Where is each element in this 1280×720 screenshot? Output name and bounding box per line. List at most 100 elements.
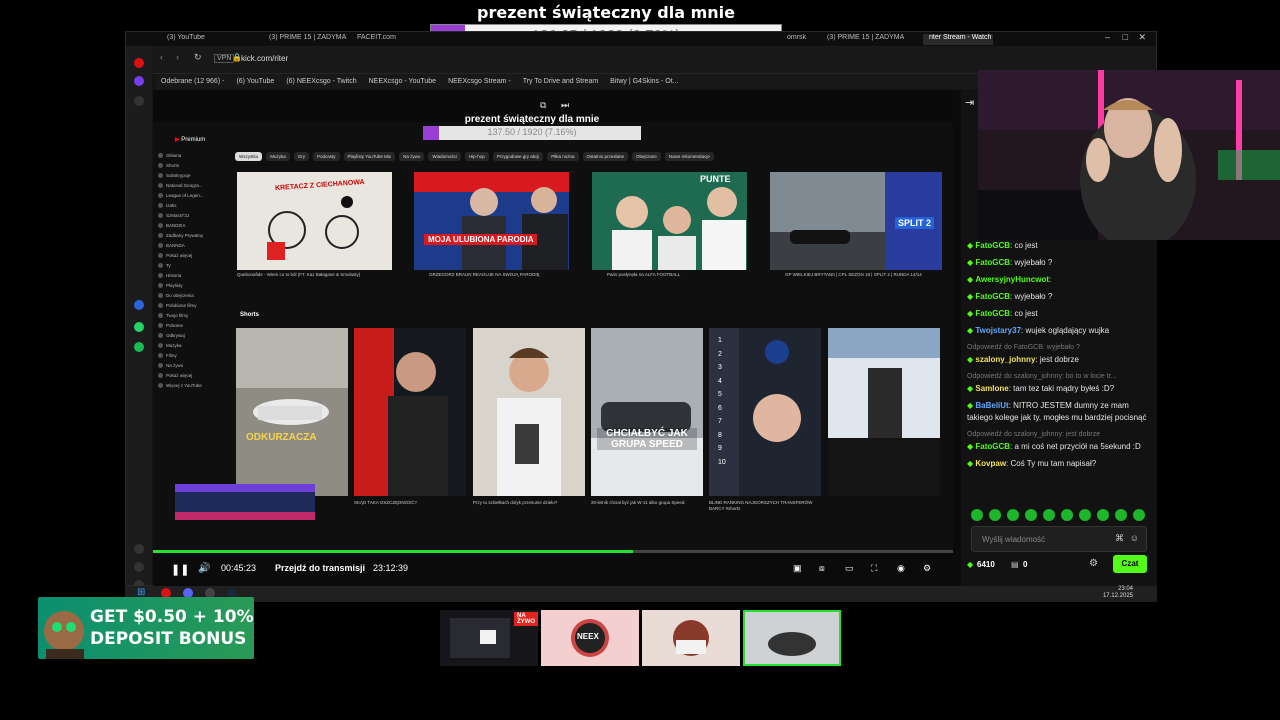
short-3[interactable]: [473, 328, 585, 496]
chip-11[interactable]: Obejrzane: [632, 152, 661, 161]
chat-message[interactable]: ◆ FatoGCB: co jest: [967, 308, 1153, 320]
spotify-icon[interactable]: [134, 342, 144, 352]
quality-icon[interactable]: ◉: [897, 563, 905, 574]
emote-icon[interactable]: [1061, 509, 1073, 521]
yt-sidebar-item[interactable]: Zadbany Prywatny: [158, 230, 218, 240]
bookmark-twitch[interactable]: (6) NEEXcsgo - Twitch: [286, 78, 356, 85]
jump-to-live-button[interactable]: Przejdź do transmisji: [275, 563, 365, 573]
chat-message[interactable]: ◆ Twojstary37: wujek oglądający wujka: [967, 325, 1153, 337]
yt-sidebar-item[interactable]: Playlisty: [158, 280, 218, 290]
miniplayer-icon[interactable]: ▣: [793, 563, 802, 574]
tab-omrsk[interactable]: omrsk: [781, 34, 821, 45]
emote-icon[interactable]: [1043, 509, 1055, 521]
chat-message[interactable]: Odpowiedź do szalony_johnny: bo to w loc…: [967, 371, 1153, 395]
chat-username[interactable]: FatoGCB: [975, 309, 1010, 318]
stream-video[interactable]: ⧉ ⏭ prezent świąteczny dla mnie 137.50 /…: [153, 90, 953, 550]
emote-icon[interactable]: [1079, 509, 1091, 521]
yt-sidebar-item[interactable]: Muzyka: [158, 340, 218, 350]
chip-8[interactable]: Przygodowe gry akcji: [492, 152, 544, 161]
short-6[interactable]: [828, 328, 940, 496]
chip-5[interactable]: Na żywo: [399, 152, 425, 161]
scene-thumb-2[interactable]: NEEX: [541, 610, 639, 666]
heart-icon[interactable]: [134, 544, 144, 554]
scene-thumb-1[interactable]: NA ŻYWO: [440, 610, 538, 666]
chat-username[interactable]: BaBeliUt: [975, 401, 1008, 410]
channel-points[interactable]: 6410: [977, 560, 995, 569]
emote-icon[interactable]: [1115, 509, 1127, 521]
chat-settings-icon[interactable]: ⚙: [1089, 558, 1098, 569]
home-icon[interactable]: [134, 76, 144, 86]
chat-username[interactable]: Twojstary37: [975, 326, 1021, 335]
short-caption-2[interactable]: SKĄD TAKA OSZCZĘDNOŚĆ?: [354, 500, 466, 506]
video-caption-1[interactable]: Quebonafide - Wiem co to ból (FT. Kaz Ba…: [237, 272, 407, 278]
video-thumb-3[interactable]: PUNTE: [592, 172, 747, 270]
command-icon[interactable]: ⌘: [1115, 533, 1124, 544]
chat-username[interactable]: FatoGCB: [975, 258, 1010, 267]
emote-icon[interactable]: [1007, 509, 1019, 521]
yt-sidebar-item[interactable]: Pobrane: [158, 320, 218, 330]
emote-icon[interactable]: [1097, 509, 1109, 521]
yt-sidebar-item[interactable]: Shorts: [158, 160, 218, 170]
emote-icon[interactable]: [1133, 509, 1145, 521]
video-thumb-4[interactable]: SPLIT 2: [770, 172, 942, 270]
video-thumb-1[interactable]: KRETACZ Z CIECHANOWA: [237, 172, 392, 270]
yt-sidebar-item[interactable]: BANNDA: [158, 240, 218, 250]
skip-icon[interactable]: ⏭: [561, 100, 569, 111]
chat-message[interactable]: ◆ FatoGCB: co jest: [967, 240, 1153, 252]
yt-sidebar-item[interactable]: Polubione filmy: [158, 300, 218, 310]
tab-faceit[interactable]: FACEIT.com: [351, 34, 431, 45]
bookmark-neex-youtube[interactable]: NEEXcsgo - YouTube: [369, 78, 436, 85]
star-icon[interactable]: [134, 96, 144, 106]
yt-sidebar-item[interactable]: Do obejrzenia: [158, 290, 218, 300]
chat-username[interactable]: szalony_johnny: [975, 355, 1035, 364]
short-caption-3[interactable]: Przy tu szkiełkach dotyk przesunie dzieł…: [473, 500, 585, 506]
history-icon[interactable]: [134, 562, 144, 572]
yt-sidebar-item[interactable]: Subskrypcje: [158, 170, 218, 180]
yt-sidebar-item[interactable]: Historia: [158, 270, 218, 280]
clip-icon[interactable]: ⧈: [819, 563, 825, 574]
short-5[interactable]: 1 2 3 4 5 6 7 8 9 10: [709, 328, 821, 496]
chat-message[interactable]: ◆ Kovpaw: Coś Ty mu tam napisał?: [967, 458, 1153, 470]
fullscreen-icon[interactable]: ⛶: [871, 563, 877, 574]
chip-7[interactable]: Hip-hop: [464, 152, 489, 161]
video-caption-3[interactable]: Paris posłynęła na ALFA FOOTBALL: [607, 272, 777, 278]
tab-kick-active[interactable]: riter Stream - Watch: [923, 34, 993, 45]
chat-message[interactable]: ◆ BaBeliUt: NITRO JESTEM dumny ze mam ta…: [967, 400, 1153, 424]
yt-sidebar-item[interactable]: BANDZIA: [158, 220, 218, 230]
youtube-logo[interactable]: ▶ Premium: [175, 136, 205, 143]
yt-sidebar-item[interactable]: National Geogra...: [158, 180, 218, 190]
chip-3[interactable]: Podcasty: [313, 152, 340, 161]
stream-progress-bar[interactable]: [153, 550, 953, 553]
chat-message[interactable]: Odpowiedź do FatoGCB: wyjebało ? ◆ szalon…: [967, 342, 1153, 366]
theater-icon[interactable]: ▭: [845, 563, 854, 574]
chat-send-button[interactable]: Czat: [1113, 555, 1147, 573]
minimize-icon[interactable]: –: [1105, 32, 1110, 42]
chip-4[interactable]: Playlisty YouTube Mix: [343, 152, 396, 161]
yt-sidebar-item[interactable]: Główna: [158, 150, 218, 160]
chat-username[interactable]: Kovpaw: [975, 459, 1006, 468]
volume-icon[interactable]: 🔊: [198, 563, 210, 574]
chat-message[interactable]: ◆ AwersyjnyHuncwot:: [967, 274, 1153, 286]
short-2[interactable]: [354, 328, 466, 496]
gift-count[interactable]: 0: [1023, 560, 1027, 569]
chip-9[interactable]: Piłka nożna: [547, 152, 579, 161]
settings-icon[interactable]: ⚙: [923, 563, 931, 574]
yt-sidebar-item[interactable]: Twoje filmy: [158, 310, 218, 320]
emote-icon[interactable]: [971, 509, 983, 521]
chip-12[interactable]: Nowe rekomendacje: [664, 152, 714, 161]
chat-message[interactable]: ◆ FatoGCB: wyjebało ?: [967, 291, 1153, 303]
forward-icon[interactable]: ›: [176, 52, 179, 62]
yt-sidebar-item[interactable]: Na żywo: [158, 360, 218, 370]
short-1[interactable]: ODKURZACZA: [236, 328, 348, 496]
opera-icon[interactable]: [134, 58, 144, 68]
yt-sidebar-item[interactable]: Izaks: [158, 200, 218, 210]
yt-sidebar-item[interactable]: League of Legen...: [158, 190, 218, 200]
yt-sidebar-item[interactable]: Filmy: [158, 350, 218, 360]
video-caption-2[interactable]: GRZEGORZ BRAUN REAGUJE NA SWOJĄ PARODIĘ: [429, 272, 599, 278]
chip-6[interactable]: Wiadomości: [428, 152, 461, 161]
yt-sidebar-item[interactable]: Więcej z YouTube: [158, 380, 218, 390]
bookmark-try-drive[interactable]: Try To Drive and Stream: [523, 78, 598, 85]
short-caption-5[interactable]: BLIND RANKING NAJGORSZYCH TRANSFERÓW BAR…: [709, 500, 821, 512]
promo-banner[interactable]: GET $0.50 + 10% DEPOSIT BONUS: [38, 597, 254, 659]
collapse-chat-icon[interactable]: ⇥: [965, 96, 974, 109]
